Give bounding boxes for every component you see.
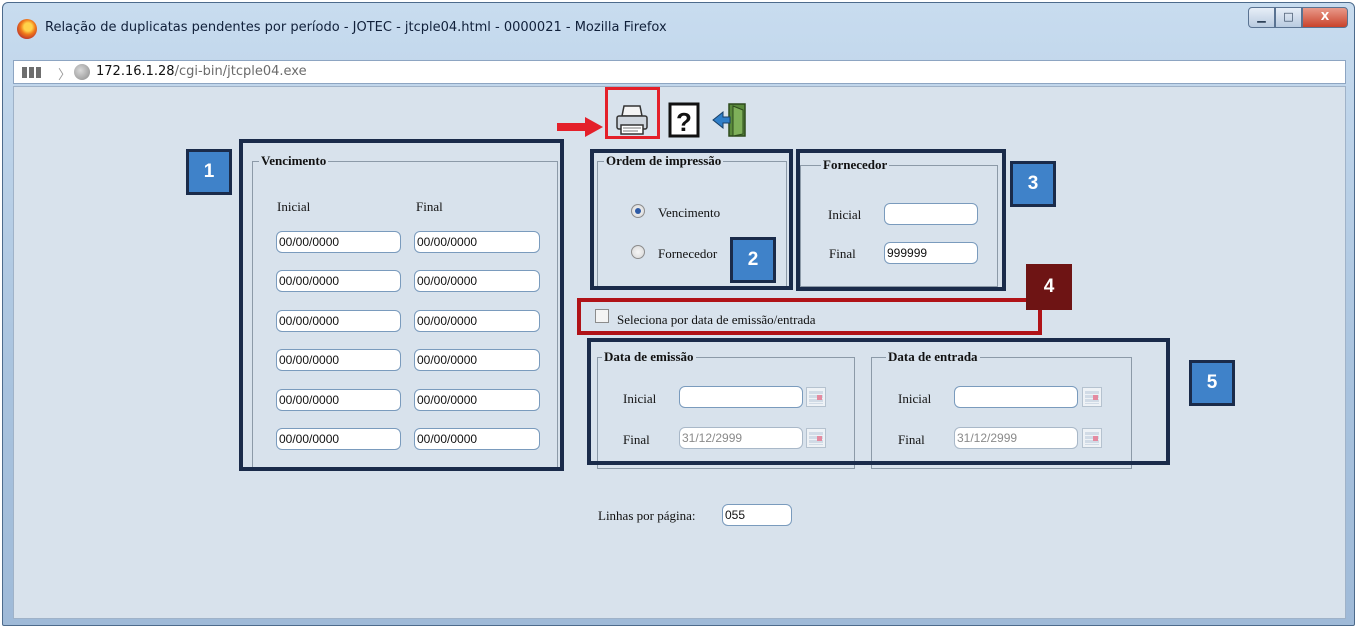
url-path: /cgi-bin/jtcple04.exe	[174, 64, 307, 79]
chevron-right-icon: 〉	[58, 68, 72, 83]
url-host: 172.16.1.28	[96, 64, 175, 79]
maximize-button[interactable]: □	[1275, 7, 1302, 28]
window-controls: ▁ □ X	[1248, 7, 1348, 28]
title-bar: Relação de duplicatas pendentes por perí…	[3, 3, 1354, 58]
linhas-label: Linhas por página:	[598, 508, 696, 523]
window-title: Relação de duplicatas pendentes por perí…	[45, 20, 667, 35]
url-text[interactable]: 172.16.1.28/cgi-bin/jtcple04.exe	[96, 64, 307, 79]
annotation-badge-3: 3	[1010, 161, 1056, 207]
minimize-button[interactable]: ▁	[1248, 7, 1275, 28]
annotation-badge-5: 5	[1189, 360, 1235, 406]
page-info-icon[interactable]	[22, 65, 48, 79]
page-content: ? Vencimento Inicial Final 00/00/0000 00…	[13, 86, 1346, 619]
exit-door-icon[interactable]	[711, 100, 751, 140]
browser-window: Relação de duplicatas pendentes por perí…	[2, 2, 1355, 626]
annotation-frame-5	[587, 338, 1170, 465]
printer-icon[interactable]	[612, 100, 652, 140]
annotation-badge-2: 2	[730, 237, 776, 283]
firefox-logo-icon	[17, 19, 37, 39]
annotation-badge-1: 1	[186, 149, 232, 195]
close-button[interactable]: X	[1302, 7, 1348, 28]
linhas-input[interactable]: 055	[722, 504, 792, 526]
annotation-frame-4	[577, 298, 1042, 335]
annotation-badge-4: 4	[1026, 264, 1072, 310]
url-bar[interactable]: 〉 172.16.1.28/cgi-bin/jtcple04.exe	[13, 60, 1346, 84]
annotation-frame-1	[239, 139, 564, 471]
help-icon[interactable]: ?	[665, 100, 705, 140]
red-arrow-icon	[557, 117, 603, 137]
svg-text:?: ?	[676, 107, 692, 137]
annotation-frame-3	[796, 149, 1006, 291]
globe-icon	[74, 64, 90, 80]
